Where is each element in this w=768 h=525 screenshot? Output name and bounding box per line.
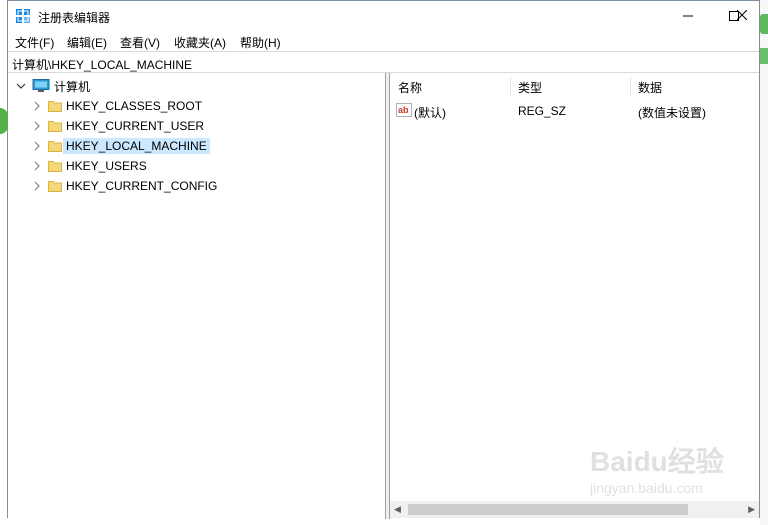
chevron-right-icon[interactable]: [30, 119, 44, 133]
column-header-data[interactable]: 数据: [638, 73, 662, 101]
chevron-right-icon[interactable]: [30, 179, 44, 193]
title-bar[interactable]: 注册表编辑器: [8, 1, 759, 31]
column-header-type[interactable]: 类型: [518, 73, 542, 101]
column-divider[interactable]: [630, 77, 631, 97]
value-list-pane[interactable]: 名称 类型 数据 ab (默认) REG_SZ (数值未设置) ◀ ▶: [390, 73, 759, 519]
folder-icon: [48, 181, 62, 192]
folder-icon: [48, 141, 62, 152]
close-icon: [737, 10, 747, 20]
list-item[interactable]: ab (默认) REG_SZ (数值未设置): [390, 101, 759, 121]
tree-item-current-config[interactable]: HKEY_CURRENT_CONFIG: [30, 176, 217, 196]
menu-bar: 文件(F) 编辑(E) 查看(V) 收藏夹(A) 帮助(H): [8, 31, 759, 51]
tree-item-label: HKEY_CLASSES_ROOT: [66, 99, 203, 113]
chevron-right-icon[interactable]: [30, 99, 44, 113]
background-green-accent-2: [760, 48, 768, 64]
folder-icon: [48, 121, 62, 132]
chevron-right-icon[interactable]: [30, 139, 44, 153]
scroll-right-arrow-icon[interactable]: ▶: [748, 504, 755, 515]
tree-item-label: HKEY_CURRENT_CONFIG: [66, 179, 218, 193]
value-name: (默认): [414, 106, 446, 120]
chevron-down-icon[interactable]: [14, 79, 28, 93]
computer-icon: [32, 79, 50, 92]
background-green-accent: [760, 14, 768, 34]
folder-icon: [48, 161, 62, 172]
tree-root-label: 计算机: [54, 79, 91, 94]
tree-item-label: HKEY_USERS: [66, 159, 147, 173]
folder-icon: [48, 101, 62, 112]
tree-item-current-user[interactable]: HKEY_CURRENT_USER: [30, 116, 204, 136]
registry-editor-window: 注册表编辑器 文件(F) 编辑(E) 查看(V) 收藏夹(A) 帮助(H) 计算…: [7, 0, 760, 519]
background-app-edge: [760, 0, 768, 525]
address-bar[interactable]: 计算机\HKEY_LOCAL_MACHINE: [8, 51, 759, 73]
menu-file[interactable]: 文件(F): [15, 34, 54, 51]
tree-item-label-selected: HKEY_LOCAL_MACHINE: [63, 138, 210, 154]
value-data: (数值未设置): [638, 106, 706, 120]
minimize-icon: [683, 15, 693, 17]
menu-help[interactable]: 帮助(H): [240, 34, 281, 51]
tree-item-users[interactable]: HKEY_USERS: [30, 156, 147, 176]
tree-item-computer[interactable]: 计算机: [14, 76, 90, 96]
tree-item-label: HKEY_CURRENT_USER: [66, 119, 205, 133]
tree-item-local-machine[interactable]: HKEY_LOCAL_MACHINE: [30, 136, 210, 156]
string-value-icon: ab: [396, 103, 412, 117]
svg-text:ab: ab: [398, 105, 409, 115]
horizontal-scrollbar[interactable]: ◀ ▶: [390, 501, 759, 518]
column-divider[interactable]: [510, 77, 511, 97]
registry-app-icon: [16, 9, 30, 23]
value-type: REG_SZ: [518, 104, 567, 118]
column-header-name[interactable]: 名称: [398, 73, 422, 101]
menu-edit[interactable]: 编辑(E): [67, 34, 107, 51]
scroll-left-arrow-icon[interactable]: ◀: [394, 504, 401, 515]
tree-pane[interactable]: 计算机 HKEY_CLASSES_ROOT HKEY_CURRENT_USER …: [8, 73, 386, 519]
minimize-button[interactable]: [665, 1, 711, 31]
window-title: 注册表编辑器: [38, 11, 111, 25]
chevron-right-icon[interactable]: [30, 159, 44, 173]
scrollbar-thumb[interactable]: [408, 504, 688, 515]
menu-view[interactable]: 查看(V): [120, 34, 160, 51]
address-path[interactable]: 计算机\HKEY_LOCAL_MACHINE: [12, 56, 192, 73]
menu-favorites[interactable]: 收藏夹(A): [174, 34, 226, 51]
tree-item-classes-root[interactable]: HKEY_CLASSES_ROOT: [30, 96, 202, 116]
